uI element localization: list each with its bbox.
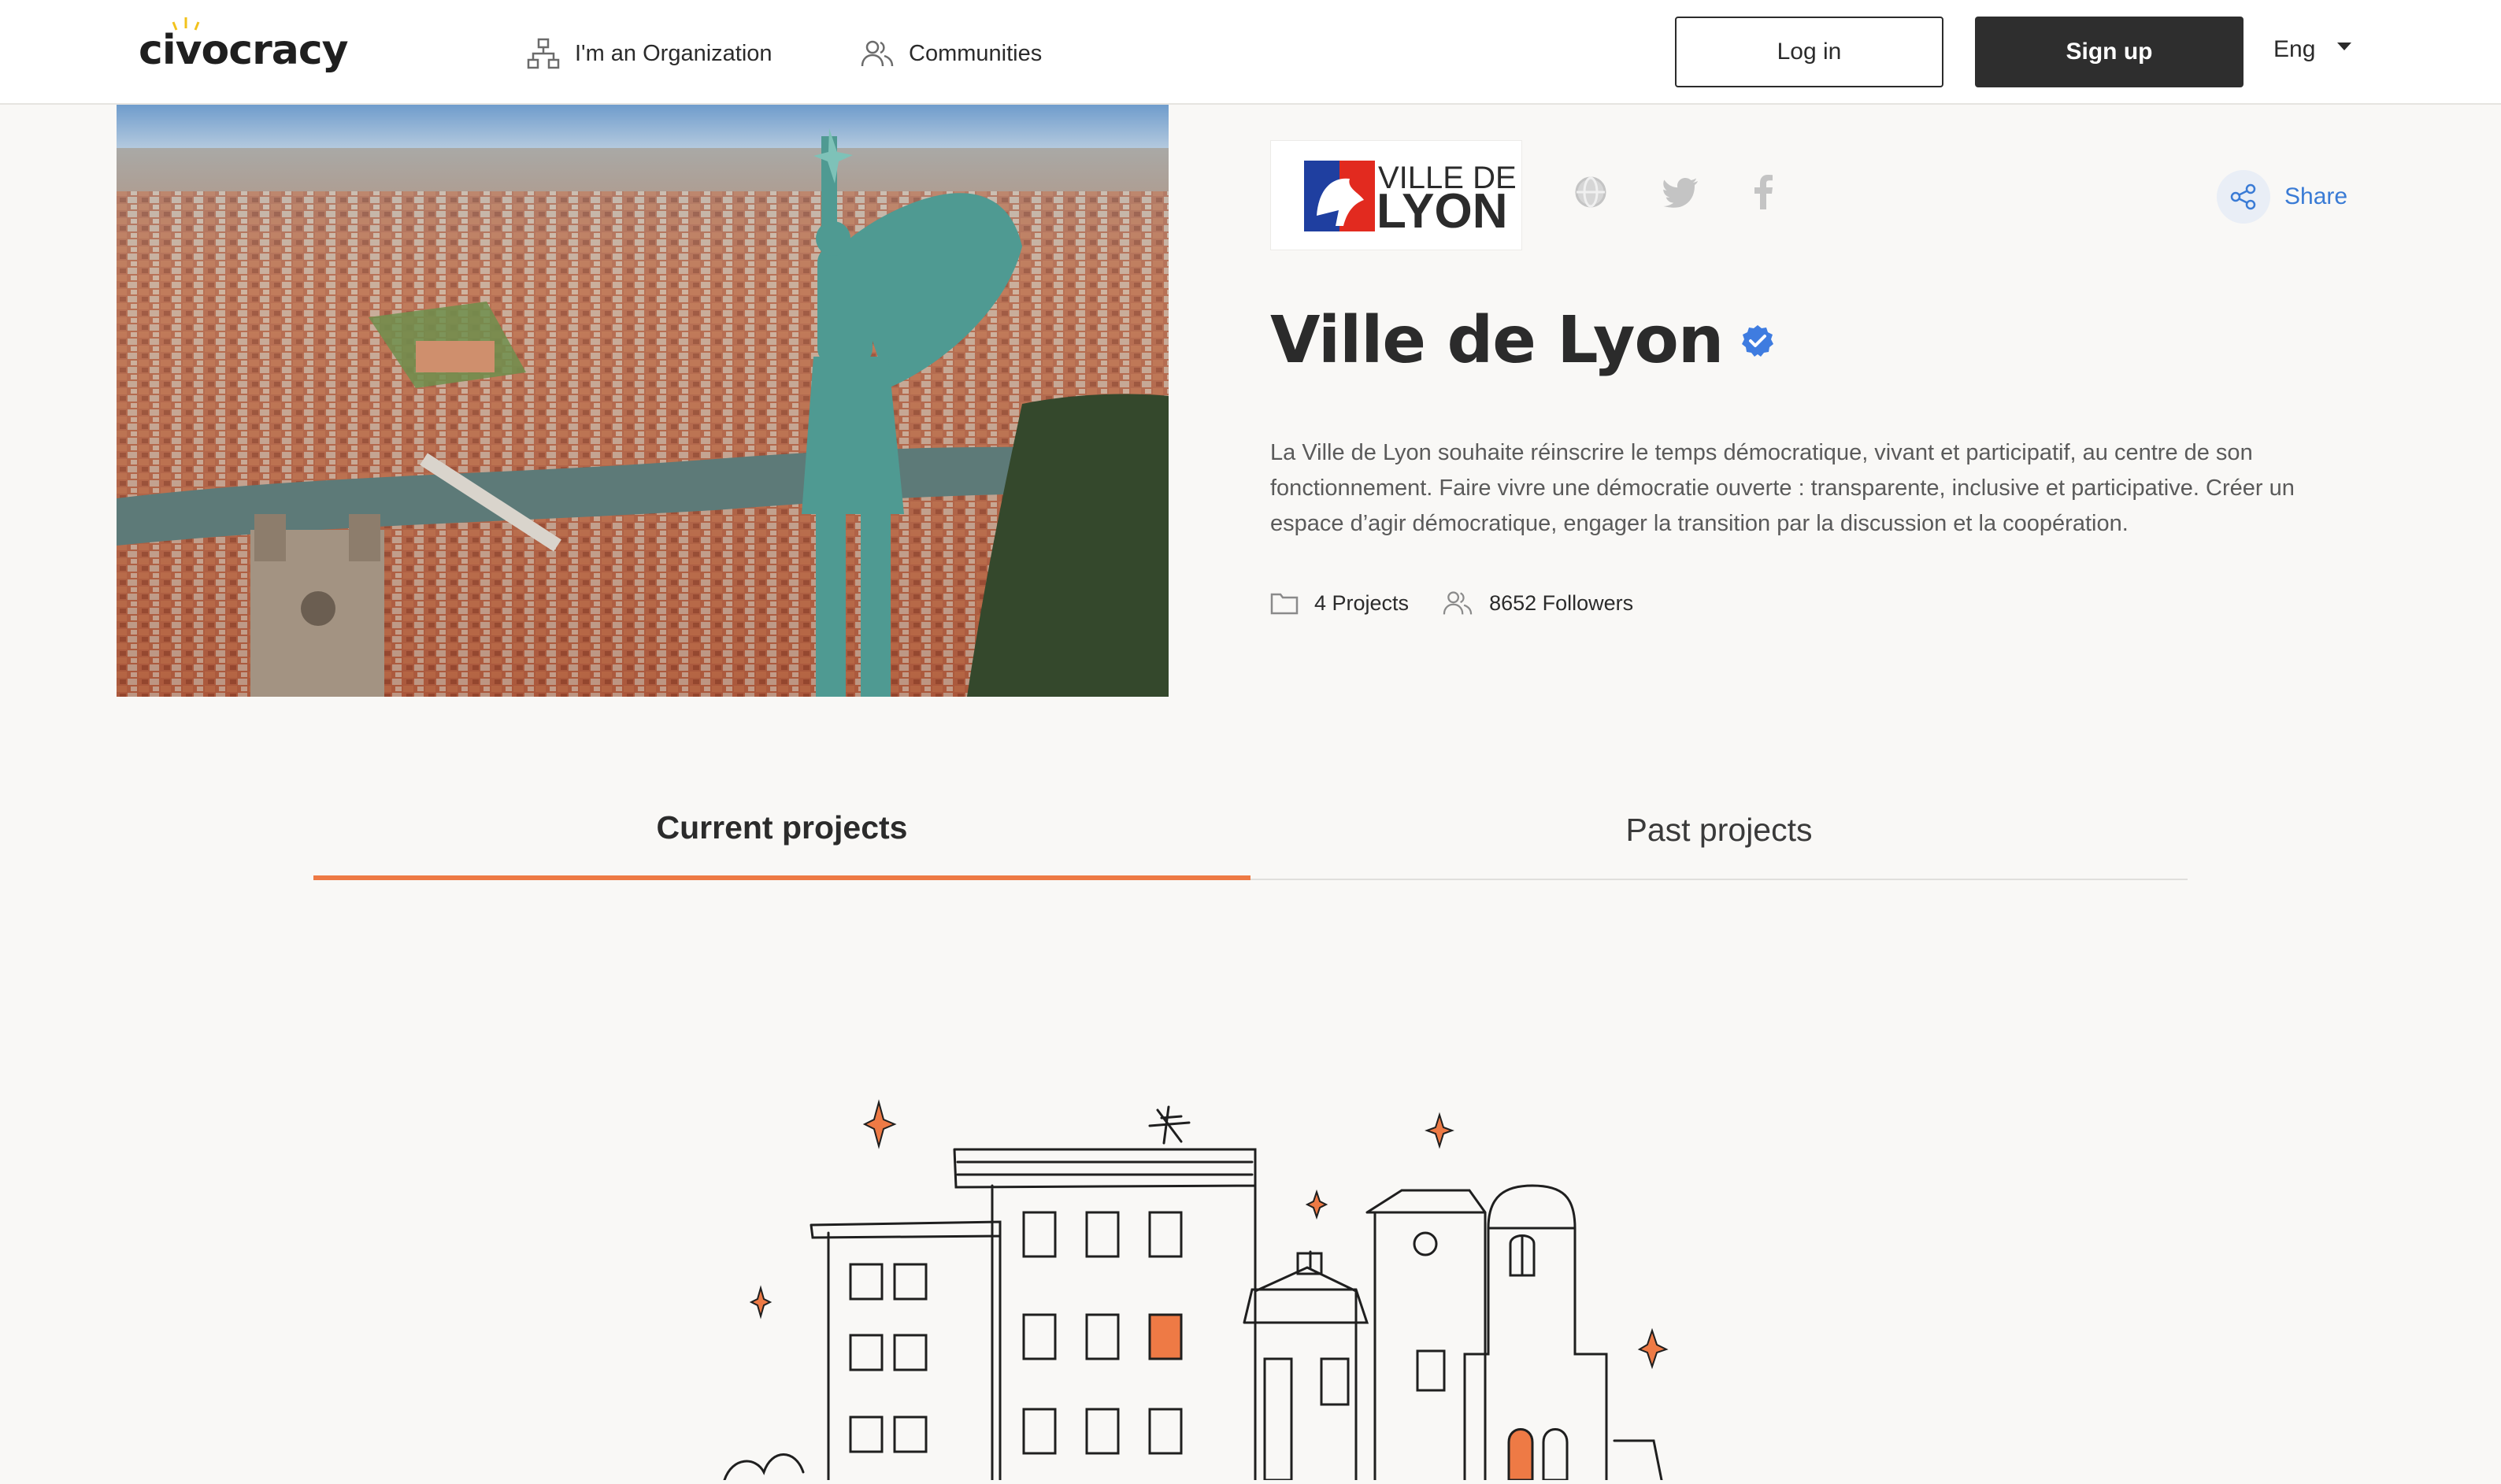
empty-state-illustration bbox=[709, 1086, 1685, 1482]
window-grid bbox=[849, 1211, 1569, 1482]
language-select[interactable]: Eng bbox=[2273, 36, 2352, 63]
logo-spark-icon bbox=[172, 17, 200, 31]
followers-label: 8652 Followers bbox=[1489, 590, 1634, 615]
chevron-down-icon bbox=[2337, 43, 2352, 50]
organization-description: La Ville de Lyon souhaite réinscrire le … bbox=[1270, 440, 2295, 536]
logo-line2: LYON bbox=[1376, 184, 1508, 239]
top-navbar: civocracy I'm an Organization Communitie… bbox=[0, 0, 2501, 105]
logo-text: civocracy bbox=[139, 27, 349, 74]
sparkle-decoration bbox=[749, 1099, 1669, 1370]
people-icon bbox=[861, 40, 894, 67]
organization-stats: 4 Projects 8652 Followers bbox=[1270, 589, 1666, 617]
followers-count: 8652 Followers bbox=[1442, 589, 1633, 617]
folder-icon bbox=[1270, 593, 1299, 615]
facebook-icon[interactable] bbox=[1754, 175, 1773, 209]
share-label: Share bbox=[2284, 183, 2348, 209]
verified-badge-icon bbox=[1742, 324, 1774, 357]
login-button[interactable]: Log in bbox=[1675, 17, 1943, 87]
organization-title: Ville de Lyon bbox=[1270, 303, 1775, 378]
nav-communities[interactable]: Communities bbox=[860, 36, 1042, 71]
projects-tabs: Current projects Past projects bbox=[313, 779, 2188, 880]
share-button[interactable]: Share bbox=[2217, 170, 2347, 224]
signup-button[interactable]: Sign up bbox=[1975, 17, 2243, 87]
civocracy-logo[interactable]: civocracy bbox=[139, 17, 349, 74]
projects-count: 4 Projects bbox=[1270, 591, 1409, 616]
nav-communities-label: Communities bbox=[909, 40, 1043, 66]
organization-cover-image bbox=[117, 105, 1169, 697]
projects-label: 4 Projects bbox=[1314, 590, 1410, 615]
tab-current-projects[interactable]: Current projects bbox=[313, 779, 1250, 880]
language-label: Eng bbox=[2273, 36, 2316, 62]
twitter-icon[interactable] bbox=[1663, 175, 1699, 209]
globe-icon[interactable] bbox=[1573, 175, 1608, 209]
org-chart-icon bbox=[527, 38, 560, 69]
tab-past-projects[interactable]: Past projects bbox=[1250, 779, 2188, 880]
organization-name: Ville de Lyon bbox=[1270, 303, 1724, 378]
nav-organization-label: I'm an Organization bbox=[575, 40, 773, 66]
nav-organization[interactable]: I'm an Organization bbox=[526, 36, 773, 71]
share-icon bbox=[2217, 170, 2270, 224]
organization-logo: VILLE DE LYON bbox=[1270, 140, 1522, 250]
people-icon bbox=[1443, 591, 1473, 615]
